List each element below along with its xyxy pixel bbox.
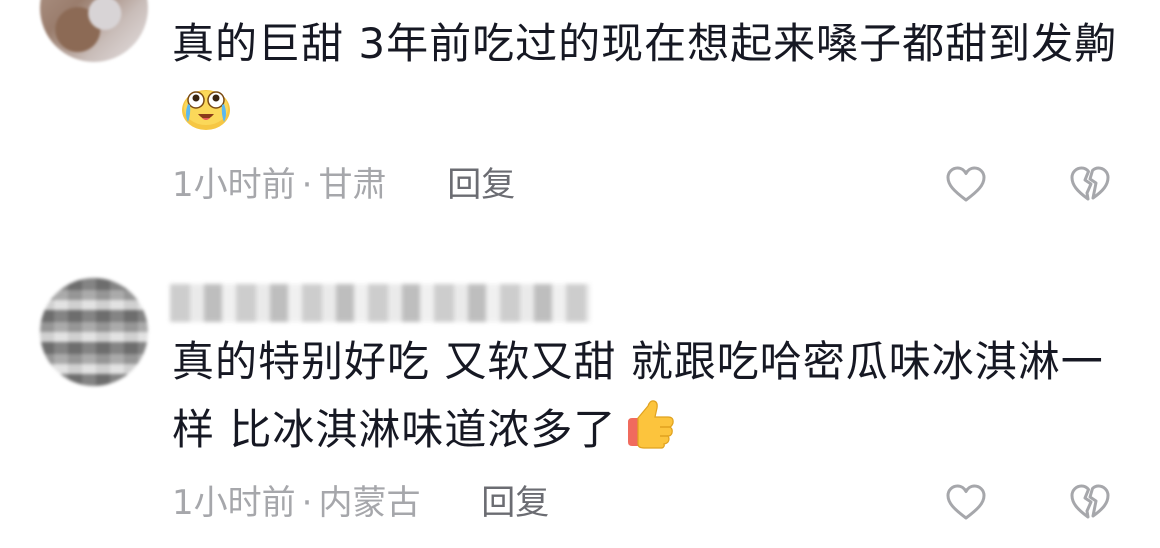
broken-heart-outline-icon[interactable] (1068, 481, 1112, 525)
comment-body: 真的巨甜 3年前吃过的现在想起来嗓子都甜到发齁 (172, 19, 1118, 68)
comment-time: 1小时前 (172, 483, 296, 523)
avatar[interactable] (40, 0, 148, 62)
comment-item: 真的巨甜 3年前吃过的现在想起来嗓子都甜到发齁 1小时前 · 甘肃 回复 (0, 0, 1160, 240)
comment-location: 内蒙古 (318, 483, 421, 523)
reply-button[interactable]: 回复 (481, 483, 549, 523)
meta-separator: · (301, 483, 313, 523)
thumbs-up-emoji (628, 400, 675, 449)
comment-time: 1小时前 (172, 165, 296, 205)
comment-item: 真的特别好吃 又软又甜 就跟吃哈密瓜味冰淇淋一样 比冰淇淋味道浓多了 1小时前 ·… (0, 270, 1160, 548)
comment-location: 甘肃 (318, 165, 387, 205)
crying-laughing-emoji (182, 90, 230, 130)
comment-text: 真的巨甜 3年前吃过的现在想起来嗓子都甜到发齁 (172, 10, 1132, 146)
comment-text: 真的特别好吃 又软又甜 就跟吃哈密瓜味冰淇淋一样 比冰淇淋味道浓多了 (172, 328, 1132, 464)
meta-separator: · (301, 165, 313, 205)
heart-outline-icon[interactable] (944, 163, 988, 207)
comment-meta: 1小时前 · 甘肃 回复 (172, 165, 515, 205)
reply-button[interactable]: 回复 (447, 165, 515, 205)
heart-outline-icon[interactable] (944, 481, 988, 525)
username[interactable] (170, 284, 590, 322)
avatar[interactable] (40, 278, 148, 386)
comment-meta: 1小时前 · 内蒙古 回复 (172, 483, 549, 523)
broken-heart-outline-icon[interactable] (1068, 163, 1112, 207)
